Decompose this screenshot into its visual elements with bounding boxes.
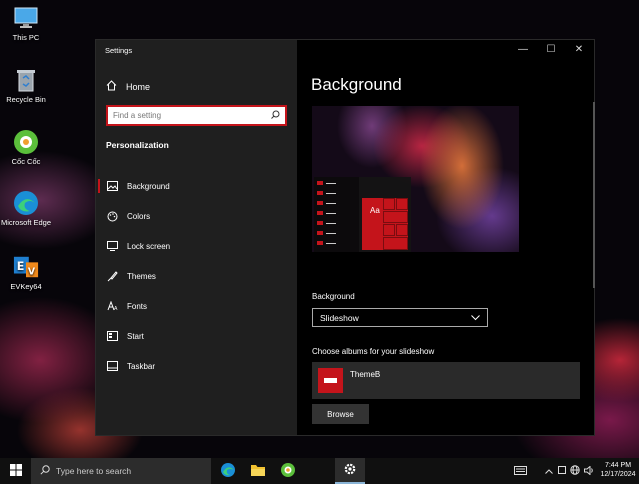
settings-main: — ☐ ✕ Background Aa Background Slideshow… (297, 40, 595, 435)
section-heading: Personalization (106, 140, 169, 150)
close-button[interactable]: ✕ (569, 44, 589, 55)
clock-time: 7:44 PM (604, 462, 632, 469)
svg-text:E: E (17, 260, 25, 273)
home-label: Home (126, 81, 151, 92)
background-type-label: Background (312, 292, 355, 301)
desktop-icon-label: EVKey64 (10, 282, 42, 291)
settings-sidebar: Settings Home Personalization Background (96, 40, 297, 435)
windows-icon (9, 464, 22, 478)
desktop-icon-label: This PC (12, 33, 40, 42)
nav-item-label: Start (127, 331, 144, 341)
coccoc-icon (13, 130, 39, 154)
nav-item-background[interactable]: Background (96, 171, 297, 201)
nav-item-label: Taskbar (127, 361, 156, 371)
desktop-icon-evkey[interactable]: EV EVKey64 (0, 255, 52, 291)
nav-item-taskbar[interactable]: Taskbar (96, 351, 297, 381)
file-explorer-icon (250, 463, 266, 479)
minimize-button[interactable]: — (513, 44, 533, 55)
page-title: Background (311, 75, 402, 94)
background-type-dropdown[interactable]: Slideshow (312, 308, 488, 327)
start-button[interactable] (0, 458, 31, 484)
desktop-icon-label: Microsoft Edge (0, 218, 52, 227)
settings-window: Settings Home Personalization Background (95, 39, 595, 436)
brush-icon (106, 270, 118, 282)
keyboard-icon[interactable] (510, 465, 530, 477)
albums-label: Choose albums for your slideshow (312, 347, 435, 356)
evkey-tray-icon[interactable] (556, 466, 568, 476)
taskbar: Type here to search 7:44 PM 12/17/2024 (0, 458, 639, 484)
nav-item-fonts[interactable]: A Fonts (96, 291, 297, 321)
nav-item-themes[interactable]: Themes (96, 261, 297, 291)
nav-item-label: Colors (127, 211, 151, 221)
home-icon (106, 80, 117, 93)
album-item[interactable]: ThemeB (312, 362, 580, 399)
clock-date: 12/17/2024 (600, 471, 636, 478)
taskbar-app-coccoc[interactable] (273, 458, 303, 484)
chevron-up-icon[interactable] (542, 467, 556, 476)
settings-search[interactable] (106, 105, 287, 126)
evkey-icon: EV (13, 255, 39, 279)
monitor-icon (13, 6, 39, 30)
nav-item-colors[interactable]: Colors (96, 201, 297, 231)
preview-tile-text: Aa (370, 206, 380, 215)
search-icon (40, 465, 50, 477)
nav-item-start[interactable]: Start (96, 321, 297, 351)
taskbar-app-edge[interactable] (213, 458, 243, 484)
search-input[interactable] (113, 111, 263, 120)
nav-item-lock-screen[interactable]: Lock screen (96, 231, 297, 261)
svg-text:V: V (28, 266, 36, 277)
desktop-icon-edge[interactable]: Microsoft Edge (0, 191, 52, 227)
start-icon (106, 331, 118, 341)
personalization-nav: Background Colors Lock screen Themes A F… (96, 171, 297, 381)
volume-icon[interactable] (582, 464, 596, 477)
font-icon: A (106, 301, 118, 311)
monitor-lock-icon (106, 241, 118, 251)
nav-item-label: Background (127, 181, 170, 191)
scrollbar[interactable] (593, 102, 595, 288)
search-icon[interactable] (271, 110, 280, 121)
desktop-icon-coccoc[interactable]: Cốc Cốc (0, 130, 52, 166)
taskbar-clock[interactable]: 7:44 PM 12/17/2024 (598, 461, 638, 479)
window-title: Settings (105, 46, 133, 55)
dropdown-value: Slideshow (320, 312, 359, 323)
chevron-down-icon (471, 313, 480, 323)
preview-tile-grid (383, 198, 408, 250)
taskbar-app-file-explorer[interactable] (243, 458, 273, 484)
taskbar-search-placeholder: Type here to search (56, 466, 132, 476)
nav-item-label: Lock screen (127, 241, 171, 251)
desktop-icon-recycle-bin[interactable]: Recycle Bin (0, 68, 52, 104)
album-name: ThemeB (350, 370, 381, 379)
palette-icon (106, 211, 118, 222)
taskbar-search[interactable]: Type here to search (31, 458, 211, 484)
home-link[interactable]: Home (106, 80, 150, 93)
network-icon[interactable] (568, 465, 582, 477)
image-icon (106, 181, 118, 191)
taskbar-app-settings[interactable] (335, 458, 365, 484)
maximize-button[interactable]: ☐ (541, 44, 561, 55)
recycle-bin-icon (13, 68, 39, 92)
desktop-icon-label: Cốc Cốc (11, 157, 41, 166)
edge-icon (13, 191, 39, 215)
preview-mock-sidebar (314, 177, 359, 252)
browse-button[interactable]: Browse (312, 404, 369, 424)
nav-item-label: Fonts (127, 301, 148, 311)
edge-icon (220, 462, 236, 480)
settings-icon (343, 462, 357, 478)
desktop-icon-this-pc[interactable]: This PC (0, 6, 52, 42)
svg-text:A: A (114, 306, 118, 311)
album-thumbnail (318, 368, 343, 393)
background-preview: Aa (312, 106, 519, 252)
system-tray (510, 458, 596, 484)
taskbar-icon (106, 361, 118, 371)
coccoc-icon (280, 462, 296, 480)
nav-item-label: Themes (127, 271, 156, 281)
desktop-icon-label: Recycle Bin (6, 95, 46, 104)
